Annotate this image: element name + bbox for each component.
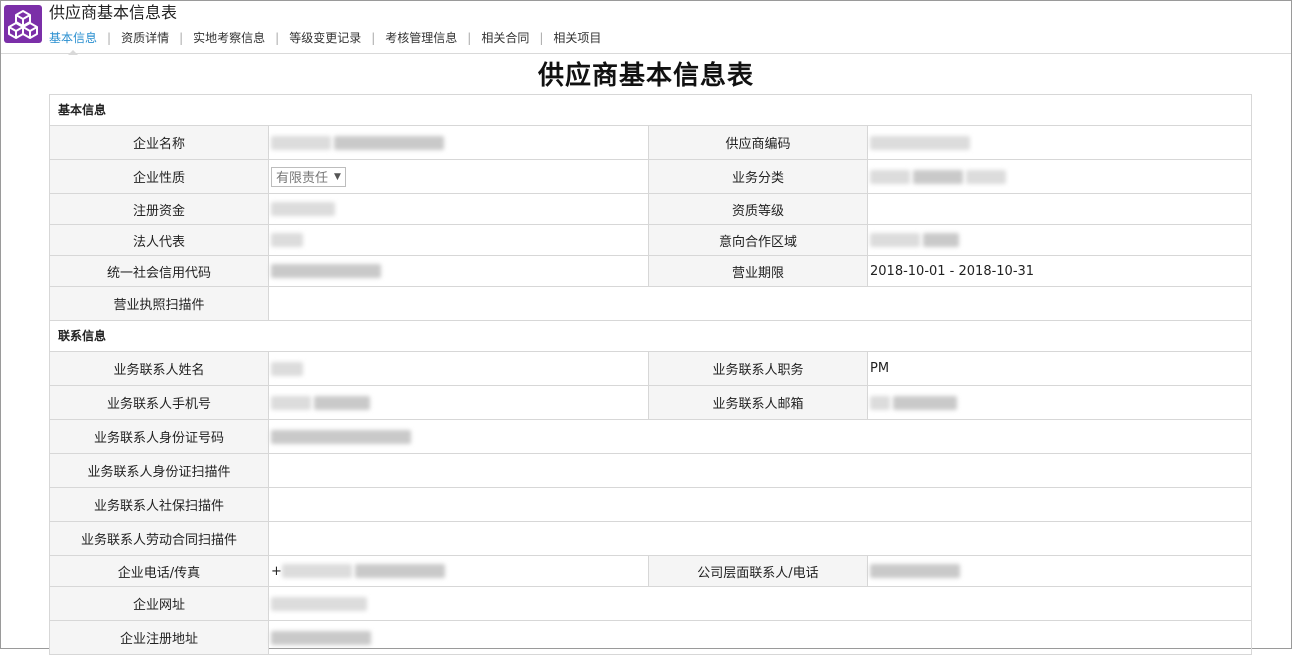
value-registered-capital xyxy=(269,194,649,224)
label-credit-code: 统一社会信用代码 xyxy=(50,256,269,286)
value-business-term: 2018-10-01 - 2018-10-31 xyxy=(870,263,1035,279)
label-license-scan: 营业执照扫描件 xyxy=(50,287,269,320)
value-legal-rep xyxy=(269,225,649,255)
table-row: 业务联系人姓名 业务联系人职务 PM xyxy=(50,352,1251,386)
section-contact-info: 联系信息 xyxy=(50,321,1251,352)
label-company-level-contact: 公司层面联系人/电话 xyxy=(649,556,868,586)
table-row: 企业电话/传真 + 公司层面联系人/电话 xyxy=(50,556,1251,587)
label-contact-title: 业务联系人职务 xyxy=(649,352,868,385)
tab-separator: | xyxy=(539,31,544,45)
value-contact-name xyxy=(269,352,649,385)
label-company-website: 企业网址 xyxy=(50,587,269,620)
page-title: 供应商基本信息表 xyxy=(537,61,754,91)
table-row: 企业名称 供应商编码 xyxy=(50,126,1251,160)
value-company-phone-fax: + xyxy=(269,556,649,586)
label-company-address: 企业注册地址 xyxy=(50,621,269,654)
table-row: 业务联系人身份证号码 xyxy=(50,420,1251,454)
table-row: 企业注册地址 xyxy=(50,621,1251,655)
label-contact-id: 业务联系人身份证号码 xyxy=(50,420,269,453)
tab-separator: | xyxy=(179,31,184,45)
tab-separator: | xyxy=(467,31,472,45)
label-supplier-code: 供应商编码 xyxy=(649,126,868,159)
label-contact-phone: 业务联系人手机号 xyxy=(50,386,269,419)
tab-bar: 基本信息 | 资质详情 | 实地考察信息 | 等级变更记录 | 考核管理信息 |… xyxy=(49,28,601,55)
tab-site-inspection[interactable]: 实地考察信息 xyxy=(193,29,265,47)
label-company-type: 企业性质 xyxy=(50,160,269,193)
value-company-address xyxy=(269,621,1251,654)
info-sheet: 基本信息 企业名称 供应商编码 企业性质 有限责任 ▼ 业务分类 注册资金 资质… xyxy=(49,94,1252,655)
label-contact-contract-scan: 业务联系人劳动合同扫描件 xyxy=(50,522,269,555)
label-contact-name: 业务联系人姓名 xyxy=(50,352,269,385)
cube-stack-icon xyxy=(4,5,42,43)
tab-basic-info[interactable]: 基本信息 xyxy=(49,29,97,55)
value-business-category xyxy=(868,160,1251,193)
company-type-selected: 有限责任 xyxy=(276,171,329,186)
tab-qualification-details[interactable]: 资质详情 xyxy=(121,29,169,47)
app-title: 供应商基本信息表 xyxy=(49,3,178,22)
table-row: 业务联系人手机号 业务联系人邮箱 xyxy=(50,386,1251,420)
table-row: 统一社会信用代码 营业期限 2018-10-01 - 2018-10-31 xyxy=(50,256,1251,287)
label-contact-id-scan: 业务联系人身份证扫描件 xyxy=(50,454,269,487)
label-company-name: 企业名称 xyxy=(50,126,269,159)
value-intended-region xyxy=(868,225,1251,255)
value-contact-email xyxy=(868,386,1251,419)
value-license-scan xyxy=(269,287,1251,320)
company-type-select[interactable]: 有限责任 ▼ xyxy=(271,166,346,187)
tab-separator: | xyxy=(107,31,112,45)
value-company-type: 有限责任 ▼ xyxy=(269,160,649,193)
value-contact-contract-scan xyxy=(269,522,1251,555)
table-row: 企业网址 xyxy=(50,587,1251,621)
tab-related-projects[interactable]: 相关项目 xyxy=(553,29,601,47)
label-contact-email: 业务联系人邮箱 xyxy=(649,386,868,419)
table-row: 业务联系人社保扫描件 xyxy=(50,488,1251,522)
value-contact-id xyxy=(269,420,1251,453)
tab-level-change-record[interactable]: 等级变更记录 xyxy=(289,29,361,47)
value-credit-code xyxy=(269,256,649,286)
label-qualification-level: 资质等级 xyxy=(649,194,868,224)
value-company-website xyxy=(269,587,1251,620)
label-legal-rep: 法人代表 xyxy=(50,225,269,255)
chevron-down-icon: ▼ xyxy=(334,171,341,182)
table-row: 业务联系人身份证扫描件 xyxy=(50,454,1251,488)
value-company-level-contact xyxy=(868,556,1251,586)
value-contact-social-scan xyxy=(269,488,1251,521)
label-intended-region: 意向合作区域 xyxy=(649,225,868,255)
label-business-category: 业务分类 xyxy=(649,160,868,193)
table-row: 企业性质 有限责任 ▼ 业务分类 xyxy=(50,160,1251,194)
value-contact-title: PM xyxy=(870,361,890,376)
tab-assessment-management[interactable]: 考核管理信息 xyxy=(385,29,457,47)
tab-separator: | xyxy=(371,31,376,45)
label-company-phone-fax: 企业电话/传真 xyxy=(50,556,269,586)
section-basic-info: 基本信息 xyxy=(50,95,1251,126)
value-company-name xyxy=(269,126,649,159)
tab-separator: | xyxy=(275,31,280,45)
table-row: 业务联系人劳动合同扫描件 xyxy=(50,522,1251,556)
table-row: 法人代表 意向合作区域 xyxy=(50,225,1251,256)
label-contact-social-scan: 业务联系人社保扫描件 xyxy=(50,488,269,521)
table-row: 营业执照扫描件 xyxy=(50,287,1251,321)
value-qualification-level xyxy=(868,194,1251,224)
tab-related-contracts[interactable]: 相关合同 xyxy=(481,29,529,47)
header: 供应商基本信息表 基本信息 | 资质详情 | 实地考察信息 | 等级变更记录 |… xyxy=(1,1,1291,55)
value-supplier-code xyxy=(868,126,1251,159)
value-contact-phone xyxy=(269,386,649,419)
phone-prefix: + xyxy=(271,563,282,579)
label-registered-capital: 注册资金 xyxy=(50,194,269,224)
label-business-term: 营业期限 xyxy=(649,256,868,286)
value-contact-id-scan xyxy=(269,454,1251,487)
table-row: 注册资金 资质等级 xyxy=(50,194,1251,225)
